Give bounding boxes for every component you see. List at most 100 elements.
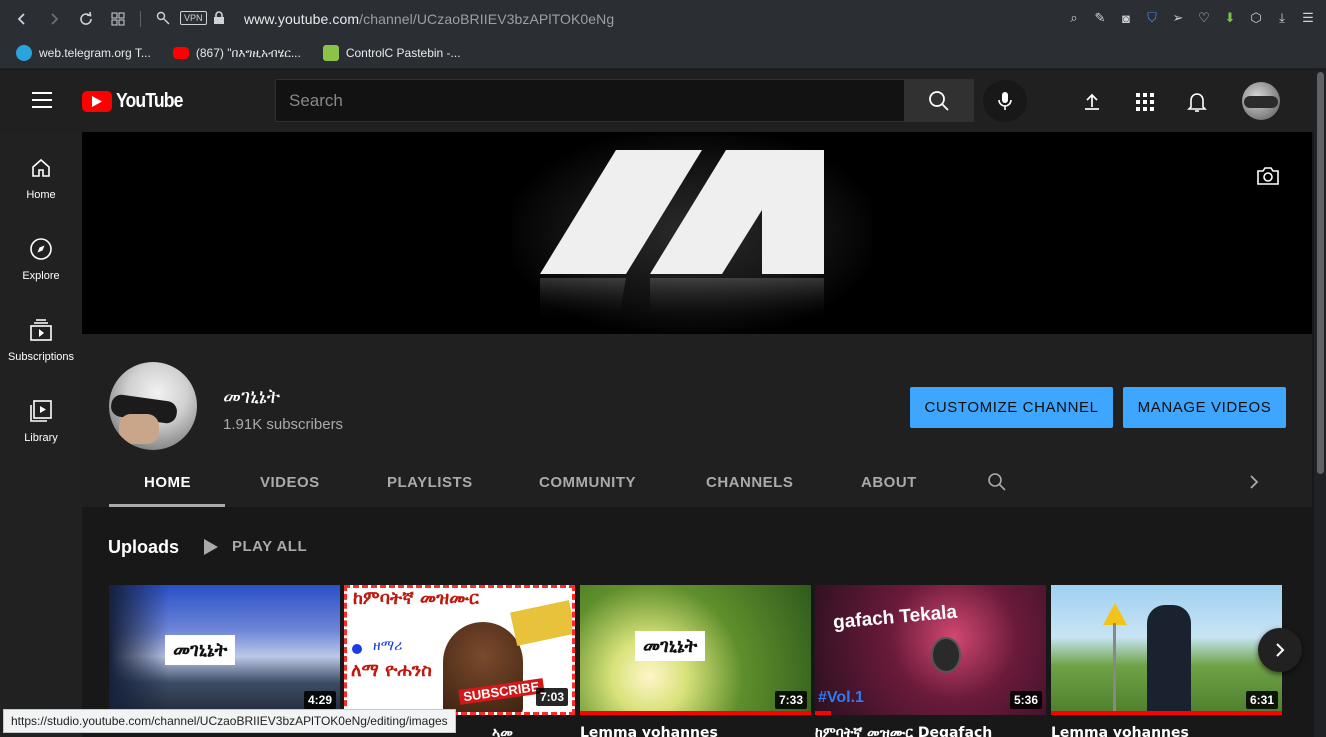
video-duration: 6:31: [1245, 691, 1278, 709]
library-icon: [30, 400, 52, 422]
home-icon: [32, 158, 50, 177]
youtube-logo[interactable]: YouTube: [82, 90, 192, 113]
hamburger-menu-icon[interactable]: [32, 92, 52, 108]
tab-channels[interactable]: CHANNELS: [706, 474, 793, 491]
uploads-shelf: Uploads PLAY ALL መገኒኔት 4:29 ከምባትኛ መዝሙር ዘ…: [82, 507, 1312, 737]
channel-avatar[interactable]: [109, 362, 197, 450]
channel-banner: [82, 132, 1312, 334]
shelf-title[interactable]: Uploads: [108, 537, 179, 558]
link-status-bar: https://studio.youtube.com/channel/UCzao…: [3, 709, 456, 733]
tab-playlists[interactable]: PLAYLISTS: [387, 474, 473, 491]
heart-icon[interactable]: ♡: [1194, 8, 1214, 28]
channel-tabs: HOME VIDEOS PLAYLISTS COMMUNITY CHANNELS…: [82, 458, 1312, 507]
reload-icon[interactable]: [72, 5, 100, 33]
video-title[interactable]: ከምባትኛ መዝሙር Degafach: [815, 725, 1046, 737]
key-icon[interactable]: [156, 10, 172, 31]
microphone-icon: [998, 92, 1012, 110]
user-avatar[interactable]: [1242, 82, 1280, 120]
bookmark-label: ControlC Pastebin -...: [345, 46, 461, 60]
downloads-icon[interactable]: ⤓: [1272, 8, 1292, 28]
channel-search-icon[interactable]: [987, 472, 1007, 497]
bookmark-youtube[interactable]: (867) "በእግዚአብሄር...: [172, 45, 301, 61]
browser-extension-icons: ⌕ ✎ ◙ ⛉ ➢ ♡ ⬇ ⬡ ⤓ ☰: [1064, 8, 1318, 28]
menu-icon[interactable]: ☰: [1298, 8, 1318, 28]
url-host: www.youtube.com: [244, 11, 360, 27]
sidebar-item-subscriptions[interactable]: Subscriptions: [0, 318, 82, 363]
watch-progress-bar: [815, 711, 832, 715]
subscriber-count: 1.91K subscribers: [223, 416, 344, 433]
video-title[interactable]: Lemma yohannes: [580, 725, 811, 737]
bookmark-pastebin[interactable]: ControlC Pastebin -...: [322, 45, 461, 61]
play-icon: [204, 538, 218, 555]
manage-videos-button[interactable]: MANAGE VIDEOS: [1123, 387, 1286, 428]
browser-toolbar: VPN www.youtube.com/channel/UCzaoBRIIEV3…: [0, 0, 1326, 38]
search-button[interactable]: [904, 79, 974, 122]
upload-icon[interactable]: [1080, 90, 1104, 114]
toolbar-divider: [140, 11, 141, 27]
send-icon[interactable]: ➢: [1168, 8, 1188, 28]
search-icon: [929, 90, 949, 111]
sidebar-item-label: Library: [24, 432, 58, 444]
watch-progress-bar: [580, 711, 811, 715]
bookmark-telegram[interactable]: web.telegram.org T...: [16, 45, 151, 61]
logo-wordmark: YouTube: [116, 90, 183, 112]
vpn-badge[interactable]: VPN: [180, 11, 207, 25]
bookmarks-bar: web.telegram.org T... (867) "በእግዚአብሄር...…: [0, 38, 1326, 69]
video-thumbnail[interactable]: gafach Tekala #Vol.1 5:36: [815, 585, 1046, 715]
tabs-next-chevron-icon[interactable]: [1248, 473, 1260, 496]
edit-banner-camera-icon[interactable]: [1256, 166, 1280, 191]
url-path: /channel/UCzaoBRIIEV3bzAPlTOK0eNg: [359, 11, 615, 27]
tab-videos[interactable]: VIDEOS: [260, 474, 320, 491]
video-thumbnail[interactable]: መገኒኔት 4:29: [109, 585, 340, 715]
sidebar-item-library[interactable]: Library: [0, 399, 82, 444]
zoom-icon[interactable]: ⌕: [1064, 8, 1084, 28]
shelf-next-button[interactable]: [1258, 628, 1302, 672]
back-icon[interactable]: [8, 5, 36, 33]
video-thumbnail[interactable]: ከምባትኛ መዝሙር ዘማሪ ለማ ዮሐንስ SUBSCRIBE 7:03: [344, 585, 575, 715]
apps-grid-icon[interactable]: [1133, 90, 1157, 114]
lock-icon[interactable]: [213, 11, 225, 30]
channel-header: መገኒኔት 1.91K subscribers CUSTOMIZE CHANNE…: [82, 334, 1312, 507]
tab-home[interactable]: HOME: [144, 474, 191, 491]
video-thumbnail[interactable]: መገኒኔት 7:33: [580, 585, 811, 715]
forward-icon[interactable]: [40, 5, 68, 33]
thumbnail-overlay-text-2: #Vol.1: [818, 689, 864, 706]
compass-icon: [30, 238, 52, 260]
youtube-page: YouTube Search Home Explore Subscription…: [0, 70, 1314, 737]
sidebar-item-explore[interactable]: Explore: [0, 237, 82, 282]
search-input[interactable]: Search: [275, 79, 905, 122]
customize-channel-button[interactable]: CUSTOMIZE CHANNEL: [910, 387, 1113, 428]
sidebar-item-home[interactable]: Home: [0, 156, 82, 201]
thumbnail-overlay-text: መገኒኔት: [635, 631, 706, 661]
play-all-label: PLAY ALL: [232, 538, 308, 555]
youtube-play-icon: [82, 91, 112, 112]
video-duration: 4:29: [303, 691, 336, 709]
video-thumbnail[interactable]: 6:31: [1051, 585, 1282, 715]
play-all-button[interactable]: PLAY ALL: [204, 538, 307, 555]
bookmark-label: web.telegram.org T...: [39, 46, 151, 60]
telegram-icon: [16, 45, 32, 61]
notifications-bell-icon[interactable]: [1185, 90, 1209, 114]
voice-search-button[interactable]: [983, 80, 1027, 122]
scrollbar-thumb[interactable]: [1317, 72, 1324, 474]
video-duration: 7:33: [774, 691, 807, 709]
address-bar[interactable]: www.youtube.com/channel/UCzaoBRIIEV3bzAP…: [244, 11, 614, 27]
video-title[interactable]: Lemma yohannes: [1051, 725, 1282, 737]
tab-community[interactable]: COMMUNITY: [539, 474, 636, 491]
video-duration: 5:36: [1009, 691, 1042, 709]
sidebar-item-label: Subscriptions: [7, 351, 75, 363]
shield-icon[interactable]: ⛉: [1142, 8, 1162, 28]
video-title[interactable]: ኣመ: [492, 725, 532, 737]
mini-guide-sidebar: Home Explore Subscriptions Library: [0, 132, 82, 737]
tab-about[interactable]: ABOUT: [861, 474, 917, 491]
tabs-grid-icon[interactable]: [104, 5, 132, 33]
channel-name: መገኒኔት: [223, 384, 281, 408]
download-arrow-icon[interactable]: ⬇: [1220, 8, 1240, 28]
bookmark-label: (867) "በእግዚአብሄር...: [195, 45, 301, 60]
thumbnail-overlay-text: gafach Tekala: [832, 601, 958, 634]
page-scrollbar[interactable]: [1314, 70, 1326, 737]
share-icon[interactable]: ✎: [1090, 8, 1110, 28]
camera-icon[interactable]: ◙: [1116, 8, 1136, 28]
cube-icon[interactable]: ⬡: [1246, 8, 1266, 28]
sidebar-item-label: Home: [26, 189, 56, 201]
